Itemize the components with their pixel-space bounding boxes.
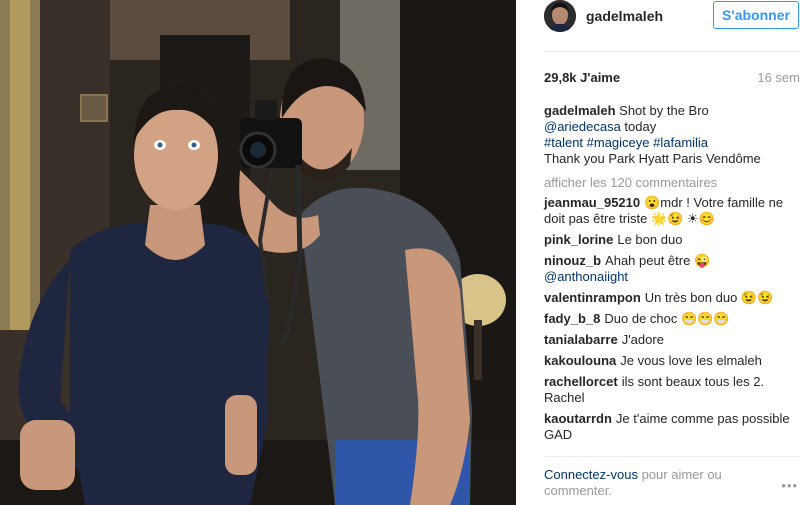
comment-username[interactable]: valentinrampon [544, 290, 641, 305]
caption-username[interactable]: gadelmaleh [544, 103, 616, 118]
photo-illustration [0, 0, 516, 505]
comment-item: jeanmau_95210 😮mdr ! Votre famille ne doi… [544, 195, 796, 227]
comment-username[interactable]: rachellorcet [544, 374, 618, 389]
more-options-icon[interactable]: ••• [781, 478, 798, 493]
comment-text: Un très bon duo 😉😉 [644, 290, 774, 305]
comment-text: Ahah peut être 😜 [605, 253, 711, 268]
header-username[interactable]: gadelmaleh [586, 8, 663, 24]
divider [544, 51, 800, 52]
post-sidebar: gadelmaleh S'abonner 29,8k J'aime 16 sem… [524, 0, 800, 505]
comments-list: jeanmau_95210 😮mdr ! Votre famille ne doi… [544, 195, 796, 448]
login-link[interactable]: Connectez-vous [544, 467, 638, 482]
comment-item: tanialabarre J'adore [544, 332, 796, 348]
post-timestamp[interactable]: 16 sem [757, 70, 800, 85]
comment-item: pink_lorine Le bon duo [544, 232, 796, 248]
comment-username[interactable]: fady_b_8 [544, 311, 600, 326]
comment-item: ninouz_b Ahah peut être 😜 @anthonaiight [544, 253, 796, 285]
comment-text: Duo de choc 😁😁😁 [604, 311, 730, 326]
caption-thanks: Thank you Park Hyatt Paris Vendôme [544, 151, 761, 166]
comment-mention[interactable]: @anthonaiight [544, 269, 628, 284]
comment-text: Le bon duo [617, 232, 683, 247]
comment-username[interactable]: ninouz_b [544, 253, 601, 268]
post-header: gadelmaleh S'abonner [524, 0, 800, 34]
login-prompt: Connectez-vous pour aimer ou commenter. [544, 467, 764, 499]
view-all-comments-link[interactable]: afficher les 120 commentaires [544, 175, 717, 190]
comment-username[interactable]: jeanmau_95210 [544, 195, 640, 210]
like-count[interactable]: 29,8k J'aime [544, 70, 620, 85]
comment-item: valentinrampon Un très bon duo 😉😉 [544, 290, 796, 306]
follow-button[interactable]: S'abonner [713, 1, 799, 29]
comment-item: rachellorcet ils sont beaux tous les 2. R… [544, 374, 796, 406]
avatar-image [544, 0, 576, 32]
caption-hashtags[interactable]: #talent #magiceye #lafamilia [544, 135, 796, 151]
comment-item: kaoutarrdn Je t'aime comme pas possible G… [544, 411, 796, 443]
caption-mention-suffix: today [624, 119, 657, 134]
comment-text: J'adore [621, 332, 664, 347]
post-photo[interactable] [0, 0, 516, 505]
comment-item: fady_b_8 Duo de choc 😁😁😁 [544, 311, 796, 327]
comment-username[interactable]: kakoulouna [544, 353, 616, 368]
caption-text: Shot by the Bro [619, 103, 709, 118]
comment-username[interactable]: kaoutarrdn [544, 411, 612, 426]
post-caption: gadelmaleh Shot by the Bro @ariedecasa t… [544, 103, 796, 167]
comment-username[interactable]: tanialabarre [544, 332, 618, 347]
comment-username[interactable]: pink_lorine [544, 232, 613, 247]
caption-mention[interactable]: @ariedecasa [544, 119, 621, 134]
comment-item: kakoulouna Je vous love les elmaleh [544, 353, 796, 369]
comment-text: Je vous love les elmaleh [620, 353, 762, 368]
divider [544, 456, 800, 457]
avatar[interactable] [544, 0, 576, 32]
